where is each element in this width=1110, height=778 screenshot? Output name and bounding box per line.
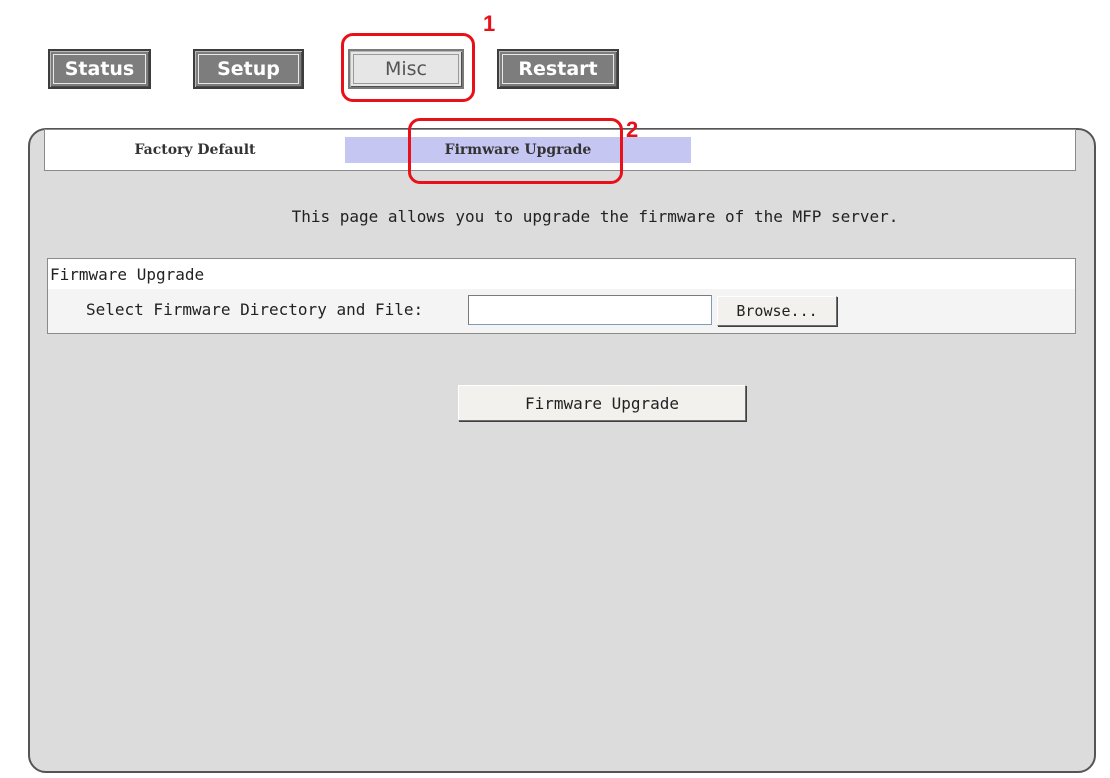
firmware-upgrade-button[interactable]: Firmware Upgrade	[458, 385, 746, 421]
annotation-number-2: 2	[626, 117, 639, 142]
status-button[interactable]: Status	[48, 49, 151, 89]
browse-button[interactable]: Browse...	[717, 296, 837, 326]
page-root: Status Setup Misc Restart 1 Factory Defa…	[0, 0, 1110, 778]
page-description: This page allows you to upgrade the firm…	[291, 207, 899, 226]
restart-button-label: Restart	[502, 54, 614, 84]
status-button-label: Status	[53, 54, 146, 84]
restart-button[interactable]: Restart	[497, 49, 619, 89]
tab-factory-default[interactable]: Factory Default	[100, 137, 290, 163]
firmware-upgrade-section: Firmware Upgrade Select Firmware Directo…	[47, 258, 1076, 334]
annotation-number-1: 1	[483, 11, 496, 36]
file-select-row: Select Firmware Directory and File: Brow…	[48, 289, 1075, 333]
annotation-circle-1	[341, 33, 475, 102]
annotation-circle-2	[408, 118, 623, 184]
file-select-label: Select Firmware Directory and File:	[86, 300, 424, 319]
setup-button-label: Setup	[198, 54, 299, 84]
section-title: Firmware Upgrade	[50, 265, 205, 284]
firmware-file-input[interactable]	[468, 295, 712, 325]
tab-factory-default-label: Factory Default	[134, 142, 256, 158]
setup-button[interactable]: Setup	[193, 49, 304, 89]
